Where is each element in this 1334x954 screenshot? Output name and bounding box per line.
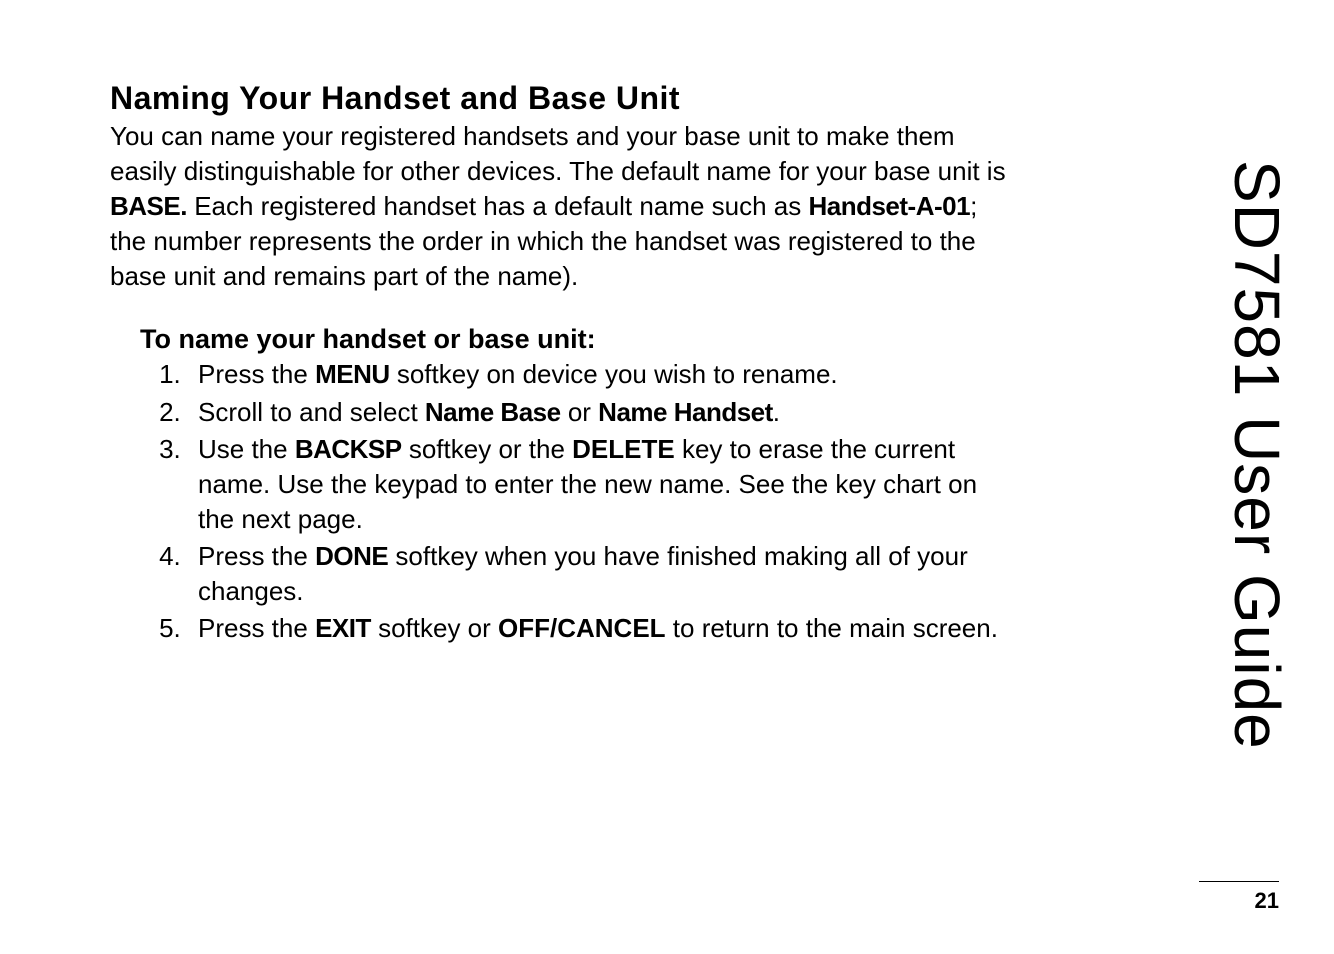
section-heading: Naming Your Handset and Base Unit bbox=[110, 80, 1010, 117]
step-1: Press the MENU softkey on device you wis… bbox=[188, 357, 1010, 392]
backsp-softkey: BACKSP bbox=[295, 434, 402, 464]
side-title: SD7581 User Guide bbox=[1220, 160, 1294, 750]
step3-text-b: softkey or the bbox=[402, 434, 573, 464]
step1-text-b: softkey on device you wish to rename. bbox=[390, 359, 838, 389]
exit-softkey: EXIT bbox=[315, 613, 371, 643]
step5-text-a: Press the bbox=[198, 613, 315, 643]
page-footer: 21 bbox=[1199, 881, 1279, 914]
intro-text-1: You can name your registered handsets an… bbox=[110, 121, 1006, 186]
name-base-option: Name Base bbox=[425, 397, 561, 427]
step1-text-a: Press the bbox=[198, 359, 315, 389]
document-page: Naming Your Handset and Base Unit You ca… bbox=[0, 0, 1334, 954]
done-softkey: DONE bbox=[315, 541, 388, 571]
off-cancel-key: OFF/CANCEL bbox=[498, 613, 666, 643]
step-3: Use the BACKSP softkey or the DELETE key… bbox=[188, 432, 1010, 537]
step5-text-c: to return to the main screen. bbox=[666, 613, 998, 643]
step2-text-a: Scroll to and select bbox=[198, 397, 425, 427]
content-block: Naming Your Handset and Base Unit You ca… bbox=[110, 80, 1010, 648]
intro-paragraph: You can name your registered handsets an… bbox=[110, 119, 1010, 294]
step-2: Scroll to and select Name Base or Name H… bbox=[188, 395, 1010, 430]
step4-text-a: Press the bbox=[198, 541, 315, 571]
menu-softkey: MENU bbox=[315, 359, 390, 389]
name-handset-option: Name Handset bbox=[598, 397, 773, 427]
handset-label: Handset-A-01 bbox=[808, 191, 970, 221]
page-number: 21 bbox=[1199, 888, 1279, 914]
step2-or: or bbox=[561, 397, 599, 427]
step-4: Press the DONE softkey when you have fin… bbox=[188, 539, 1010, 609]
step-5: Press the EXIT softkey or OFF/CANCEL to … bbox=[188, 611, 1010, 646]
step3-text-a: Use the bbox=[198, 434, 295, 464]
step2-end: . bbox=[773, 397, 780, 427]
subsection-heading: To name your handset or base unit: bbox=[140, 324, 1010, 355]
footer-rule bbox=[1199, 881, 1279, 882]
intro-text-2: Each registered handset has a default na… bbox=[187, 191, 809, 221]
base-label: BASE. bbox=[110, 191, 187, 221]
step5-text-b: softkey or bbox=[371, 613, 498, 643]
delete-key: DELETE bbox=[572, 434, 675, 464]
steps-list: Press the MENU softkey on device you wis… bbox=[140, 357, 1010, 646]
